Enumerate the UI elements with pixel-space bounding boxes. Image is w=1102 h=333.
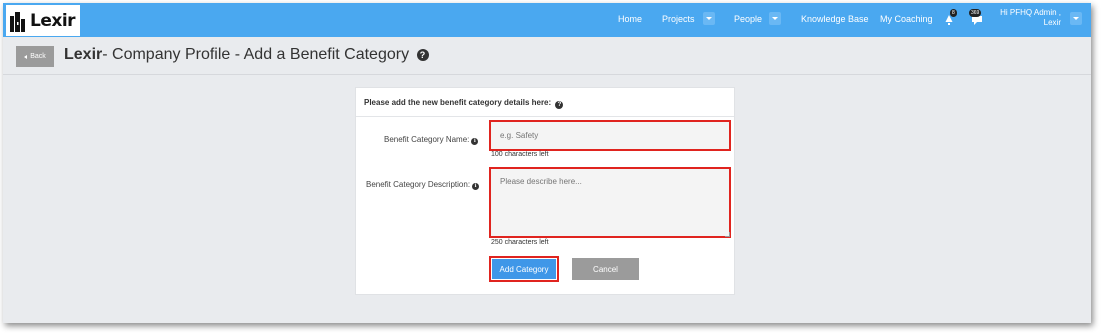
- top-navbar: Lexir Home Projects People Knowledge Bas…: [3, 3, 1091, 37]
- page-title: Lexir- Company Profile - Add a Benefit C…: [64, 46, 429, 64]
- add-category-label: Add Category: [492, 259, 556, 279]
- description-char-counter: 250 characters left: [491, 239, 549, 246]
- nav-people[interactable]: People: [734, 14, 762, 24]
- messages-button[interactable]: 369: [967, 9, 989, 26]
- back-button[interactable]: Back: [16, 46, 54, 67]
- cancel-button[interactable]: Cancel: [572, 258, 639, 280]
- info-icon[interactable]: i: [471, 138, 479, 145]
- user-company: Lexir: [1043, 18, 1061, 27]
- resize-handle[interactable]: [725, 232, 730, 237]
- logo[interactable]: Lexir: [6, 5, 80, 36]
- nav-projects[interactable]: Projects: [662, 14, 695, 24]
- nav-knowledge-base[interactable]: Knowledge Base: [801, 14, 869, 24]
- nav-my-coaching[interactable]: My Coaching: [880, 14, 933, 24]
- app-window: Lexir Home Projects People Knowledge Bas…: [3, 3, 1091, 323]
- name-label-text: Benefit Category Name:: [384, 135, 470, 144]
- cancel-label: Cancel: [593, 264, 618, 274]
- page-title-brand: Lexir: [64, 46, 103, 63]
- caret-down-icon: [706, 17, 712, 20]
- user-caret-button[interactable]: [1070, 12, 1082, 25]
- logo-building-icon: [10, 11, 25, 32]
- name-char-counter: 100 characters left: [491, 151, 549, 158]
- projects-caret-button[interactable]: [703, 12, 715, 25]
- alerts-badge: 8: [950, 9, 957, 17]
- description-label: Benefit Category Description: i: [366, 180, 480, 190]
- caret-down-icon: [772, 17, 778, 20]
- category-name-input[interactable]: [489, 120, 731, 151]
- add-category-button[interactable]: Add Category: [489, 256, 559, 282]
- description-wrapper: [489, 167, 731, 238]
- people-caret-button[interactable]: [769, 12, 781, 25]
- description-label-text: Benefit Category Description:: [366, 180, 471, 189]
- category-description-textarea[interactable]: [489, 167, 731, 238]
- help-icon[interactable]: ?: [555, 101, 564, 109]
- info-icon[interactable]: i: [472, 183, 480, 190]
- form-header: Please add the new benefit category deta…: [356, 88, 734, 117]
- caret-down-icon: [1073, 17, 1079, 20]
- alerts-button[interactable]: 8: [944, 9, 958, 26]
- page-header: Back Lexir- Company Profile - Add a Bene…: [3, 37, 1091, 75]
- nav-home[interactable]: Home: [618, 14, 642, 24]
- form-intro: Please add the new benefit category deta…: [364, 98, 552, 107]
- back-label: Back: [30, 53, 46, 60]
- name-label: Benefit Category Name: i: [384, 135, 479, 145]
- user-menu[interactable]: Hi PFHQ Admin , Lexir: [1000, 8, 1061, 28]
- logo-text: Lexir: [30, 10, 76, 31]
- help-icon[interactable]: ?: [416, 49, 429, 61]
- benefit-category-form: Please add the new benefit category deta…: [355, 87, 735, 295]
- user-greeting: Hi PFHQ Admin ,: [1000, 8, 1061, 17]
- page-title-text: - Company Profile - Add a Benefit Catego…: [102, 46, 410, 63]
- back-arrow-icon: [24, 54, 28, 59]
- messages-badge: 369: [969, 9, 982, 17]
